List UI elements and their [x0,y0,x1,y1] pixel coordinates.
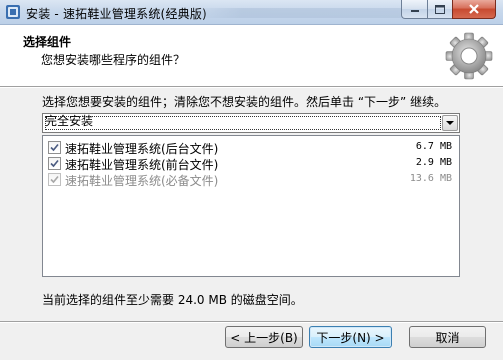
wizard-content: 选择您想要安装的组件；清除您不想安装的组件。然后单击 “下一步” 继续。 完全安… [0,88,503,321]
minimize-icon [410,10,419,12]
focus-rect [45,116,441,130]
maximize-button[interactable] [427,0,453,19]
close-icon [469,4,479,14]
component-item-required: 速拓鞋业管理系统(必备文件) 13.6 MB [46,171,456,188]
window-title: 安装 - 速拓鞋业管理系统(经典版) [26,7,207,21]
component-checkbox [48,173,61,186]
component-item-backend[interactable]: 速拓鞋业管理系统(后台文件) 6.7 MB [46,139,456,156]
next-button[interactable]: 下一步(N) > [309,326,392,348]
checkmark-icon [50,175,59,184]
checkmark-icon [50,159,59,168]
page-subtitle: 您想安装哪些程序的组件？ [41,53,186,67]
component-list[interactable]: 速拓鞋业管理系统(后台文件) 6.7 MB 速拓鞋业管理系统(前台文件) 2.9… [42,135,460,277]
component-checkbox[interactable] [48,157,61,170]
cancel-button[interactable]: 取消 [409,326,486,348]
checkmark-icon [50,143,59,152]
component-size: 2.9 MB [415,157,452,168]
close-button[interactable] [452,0,496,19]
install-type-select[interactable]: 完全安装 [42,113,460,133]
app-icon [6,5,20,19]
window-titlebar[interactable]: 安装 - 速拓鞋业管理系统(经典版) [0,0,503,25]
chevron-down-icon[interactable] [442,115,458,131]
component-size: 6.7 MB [415,141,452,152]
instruction-text: 选择您想要安装的组件；清除您不想安装的组件。然后单击 “下一步” 继续。 [42,95,447,109]
component-size: 13.6 MB [409,173,452,184]
component-item-frontend[interactable]: 速拓鞋业管理系统(前台文件) 2.9 MB [46,155,456,172]
disk-space-note: 当前选择的组件至少需要 24.0 MB 的磁盘空间。 [42,293,303,307]
wizard-header: 选择组件 您想安装哪些程序的组件？ [0,26,503,86]
back-button[interactable]: < 上一步(B) [225,326,303,348]
install-type-value: 完全安装 [45,114,94,128]
component-label: 速拓鞋业管理系统(必备文件) [65,174,219,188]
maximize-icon [435,4,445,14]
component-checkbox[interactable] [48,141,61,154]
gear-icon [445,32,493,80]
page-title: 选择组件 [23,35,72,49]
minimize-button[interactable] [401,0,428,19]
wizard-footer: < 上一步(B) 下一步(N) > 取消 [0,323,503,360]
